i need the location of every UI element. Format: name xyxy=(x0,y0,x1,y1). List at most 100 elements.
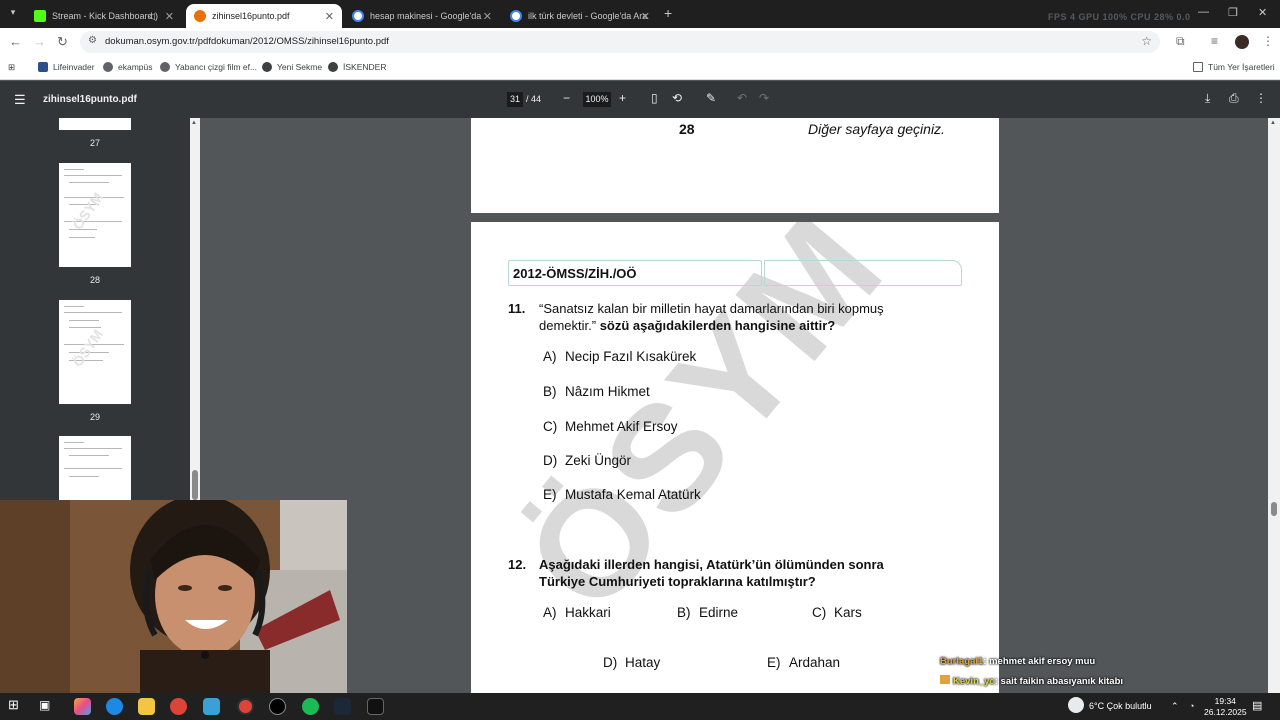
profile-avatar[interactable] xyxy=(1235,35,1249,49)
bookmark-star-icon[interactable]: ☆ xyxy=(1141,34,1152,48)
all-bookmarks[interactable]: Tüm Yer İşaretleri xyxy=(1193,62,1275,72)
bookmark-iskender[interactable]: İSKENDER xyxy=(328,62,386,72)
task-view-icon[interactable]: ▣ xyxy=(39,698,56,715)
fit-page-icon[interactable]: ▯ xyxy=(651,91,658,105)
thumbnail-page-30[interactable] xyxy=(59,436,131,500)
more-actions-icon[interactable]: ⋮ xyxy=(1255,91,1267,105)
folder-icon xyxy=(1193,62,1203,72)
close-icon[interactable]: ✕ xyxy=(483,10,492,23)
webcam-overlay xyxy=(0,500,347,693)
tab-pdf[interactable]: zihinsel16punto.pdf ✕ xyxy=(186,4,342,28)
weather-text[interactable]: 6°C Çok bulutlu xyxy=(1089,701,1152,711)
obs-icon[interactable] xyxy=(269,698,286,715)
page-number: 28 xyxy=(679,121,695,137)
hamburger-menu-icon[interactable]: ☰ xyxy=(14,92,26,108)
chrome-active-icon[interactable] xyxy=(237,698,254,715)
tab-ilk-turk-devleti[interactable]: ilk türk devleti - Google'da Ara ✕ xyxy=(502,4,658,28)
tab-search-icon[interactable]: ▾ xyxy=(6,7,20,21)
page-number-input[interactable]: 31 xyxy=(507,92,523,107)
forward-icon[interactable]: → xyxy=(33,34,46,49)
chrome-icon[interactable] xyxy=(170,698,187,715)
next-page-note: Diğer sayfaya geçiniz. xyxy=(808,121,945,137)
bookmark-ekampus[interactable]: ekampüs xyxy=(103,62,153,72)
answer-option-a: A) Necip Fazıl Kısakürek xyxy=(543,349,696,364)
reload-icon[interactable]: ↻ xyxy=(57,34,68,50)
option-letter: C) xyxy=(543,419,558,434)
answer-option-c: C) Mehmet Akif Ersoy xyxy=(543,419,678,434)
speaker-icon[interactable]: ◁) xyxy=(148,11,158,22)
document-scroll-thumb[interactable] xyxy=(1271,502,1277,516)
thumbnail-page-29[interactable]: ÖSYM xyxy=(59,300,131,404)
network-icon[interactable]: ◔ xyxy=(1189,701,1194,711)
zoom-in-icon[interactable]: + xyxy=(619,91,626,105)
answer-option-d: D) Hatay xyxy=(603,655,660,670)
pdf-toolbar: ☰ zihinsel16punto.pdf 31 / 44 − 100% + ▯… xyxy=(0,81,1280,118)
game-icon[interactable] xyxy=(367,698,384,715)
show-hidden-icons[interactable]: ⌃ xyxy=(1171,701,1179,712)
download-icon[interactable]: ⤓ xyxy=(1205,91,1210,106)
file-explorer-icon[interactable] xyxy=(138,698,155,715)
globe-icon xyxy=(160,62,170,72)
answer-option-b: B) Edirne xyxy=(677,605,738,620)
thumbnail-page-28[interactable]: ÖSYM xyxy=(59,163,131,267)
pdf-page-previous: 28 Diğer sayfaya geçiniz. xyxy=(471,118,999,213)
scroll-up-icon[interactable]: ▲ xyxy=(191,120,197,126)
answer-option-c: C) Kars xyxy=(812,605,862,620)
new-tab-button[interactable]: + xyxy=(664,5,672,21)
thumbnail-page-27[interactable] xyxy=(59,118,131,130)
option-letter: E) xyxy=(543,487,557,502)
undo-icon[interactable]: ↶ xyxy=(737,91,747,105)
zoom-out-icon[interactable]: − xyxy=(563,91,570,105)
more-menu-icon[interactable]: ⋮ xyxy=(1262,34,1274,48)
extensions-icon[interactable]: ⧉ xyxy=(1176,34,1185,49)
redo-icon[interactable]: ↷ xyxy=(759,91,769,105)
close-icon[interactable]: ✕ xyxy=(641,10,650,23)
close-icon[interactable]: ✕ xyxy=(165,10,174,23)
bookmark-new-tab[interactable]: Yeni Sekme xyxy=(262,62,322,72)
print-icon[interactable]: ⎙ xyxy=(1229,91,1239,106)
apps-icon[interactable]: ⊞ xyxy=(8,62,15,73)
annotate-icon[interactable]: ✎ xyxy=(706,91,716,105)
scroll-up-icon[interactable]: ▲ xyxy=(1270,120,1276,126)
thumbnail-watermark: ÖSYM xyxy=(69,189,106,233)
option-text: Zeki Üngör xyxy=(565,453,632,468)
tab-hesap-makinesi[interactable]: hesap makinesi - Google'da Ara ✕ xyxy=(344,4,500,28)
option-text: Hatay xyxy=(625,655,661,670)
system-clock[interactable]: 19:34 26.12.2025 xyxy=(1204,696,1247,718)
copilot-icon[interactable] xyxy=(74,698,91,715)
close-window-icon[interactable]: ✕ xyxy=(1258,6,1267,19)
address-bar[interactable]: ⚙ dokuman.osym.gov.tr/pdfdokuman/2012/OM… xyxy=(80,31,1160,53)
rotate-icon[interactable]: ⟲ xyxy=(672,91,682,105)
site-info-icon[interactable]: ⚙ xyxy=(88,35,97,46)
option-text: Nâzım Hikmet xyxy=(565,384,650,399)
restore-icon[interactable]: ❐ xyxy=(1228,6,1238,19)
option-letter: E) xyxy=(767,655,781,670)
tab-label: hesap makinesi - Google'da Ara xyxy=(370,11,482,21)
notifications-icon[interactable]: ▤ xyxy=(1252,699,1262,712)
option-letter: A) xyxy=(543,349,557,364)
close-icon[interactable]: ✕ xyxy=(325,10,334,23)
windows-taskbar: ⊞ ▣ 6°C Çok bulutlu ⌃ ◔ 19:34 26.12.2025… xyxy=(0,693,1280,720)
lifeinvader-icon xyxy=(38,62,48,72)
clock-time: 19:34 xyxy=(1214,696,1236,706)
weather-icon[interactable] xyxy=(1068,697,1084,713)
thumbnail-label: 27 xyxy=(89,138,100,148)
edge-icon[interactable] xyxy=(106,698,123,715)
sidebar-scroll-thumb[interactable] xyxy=(192,470,198,500)
minimize-icon[interactable]: — xyxy=(1198,6,1209,18)
windows-start-icon[interactable]: ⊞ xyxy=(8,697,25,714)
steam-icon[interactable] xyxy=(334,698,351,715)
sidebar-scrollbar[interactable]: ▲ xyxy=(190,118,200,500)
zoom-input[interactable]: 100% xyxy=(583,92,611,107)
back-icon[interactable]: ← xyxy=(9,34,22,49)
bookmark-cartoon[interactable]: Yabancı çizgi film ef... xyxy=(160,62,257,72)
option-text: Edirne xyxy=(699,605,739,620)
bookmark-lifeinvader[interactable]: Lifeinvader xyxy=(38,62,95,72)
app-icon[interactable] xyxy=(203,698,220,715)
chrome-icon xyxy=(328,62,338,72)
reading-list-icon[interactable]: ≡ xyxy=(1211,34,1218,48)
tab-kick-dashboard[interactable]: Stream - Kick Dashboard ◁) ✕ xyxy=(26,4,182,28)
document-scrollbar[interactable]: ▲ xyxy=(1268,118,1280,693)
tab-label: zihinsel16punto.pdf xyxy=(212,11,290,21)
spotify-icon[interactable] xyxy=(302,698,319,715)
